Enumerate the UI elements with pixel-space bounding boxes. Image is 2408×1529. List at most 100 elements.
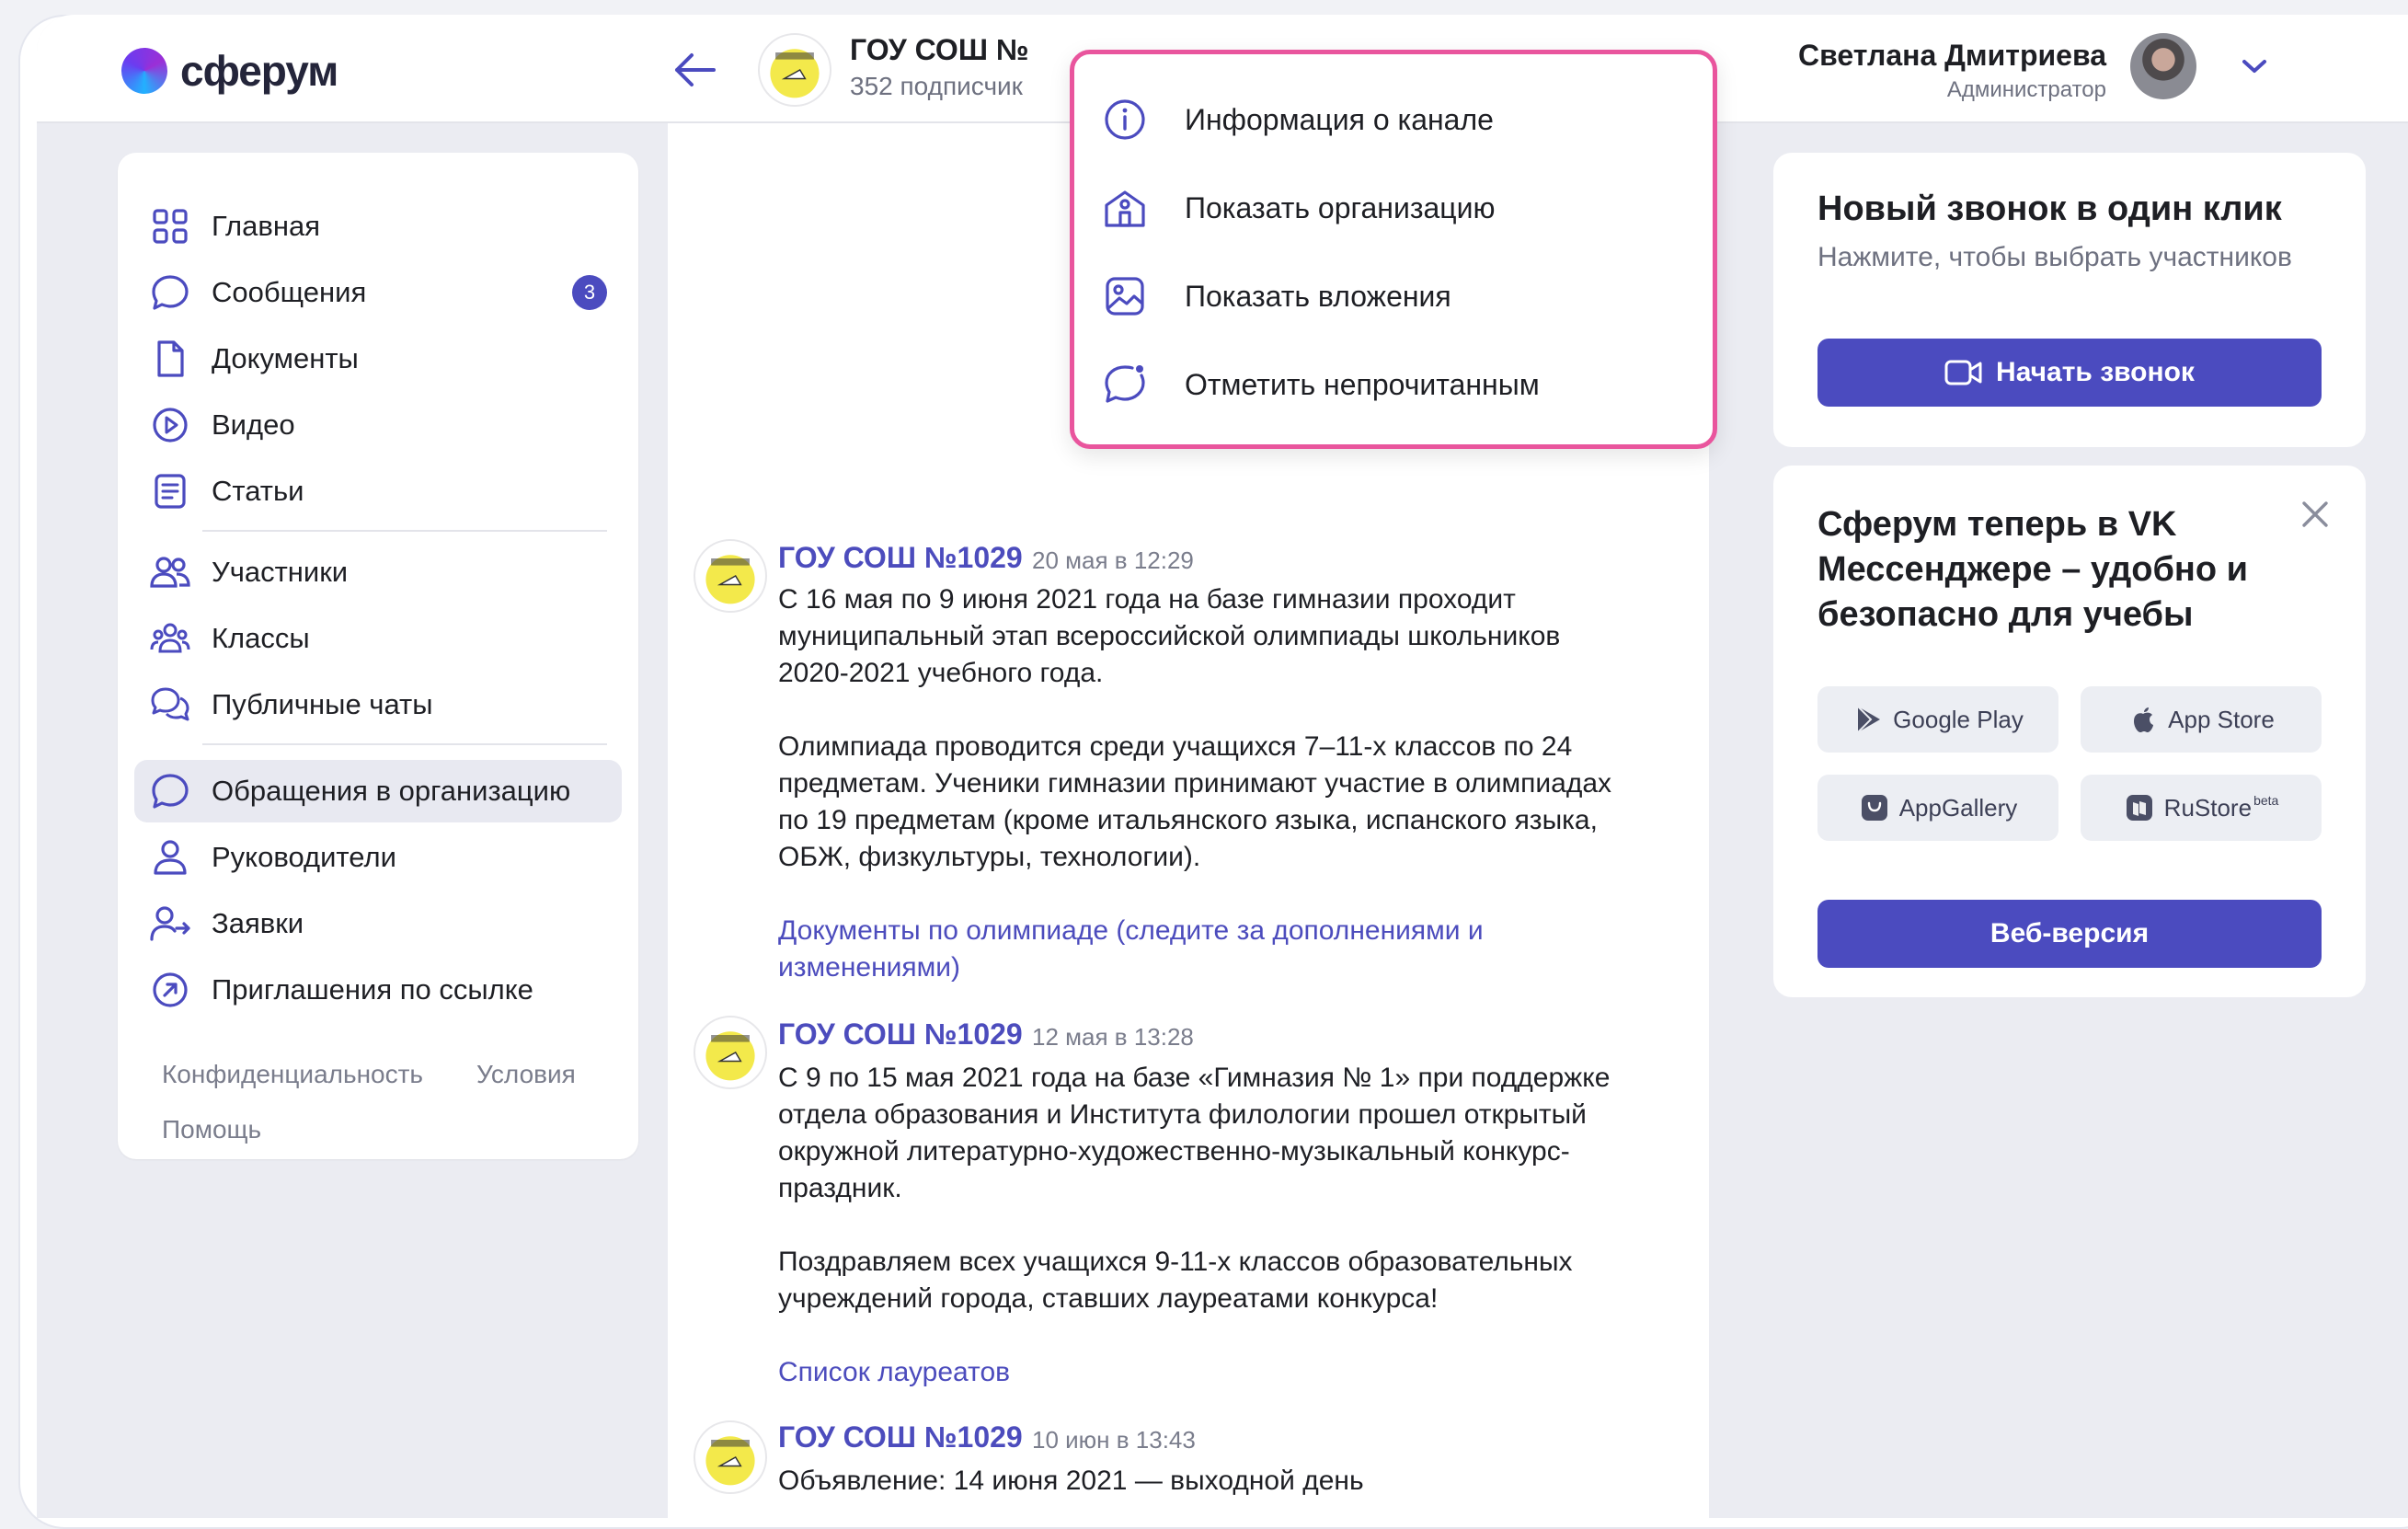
sidebar-item-applications[interactable]: Заявки	[134, 892, 622, 955]
store-label: App Store	[2168, 705, 2275, 733]
post-author[interactable]: ГОУ СОШ №1029	[778, 541, 1023, 575]
school-emblem-icon	[705, 1031, 755, 1081]
play-icon	[153, 408, 188, 443]
sidebar-divider	[202, 743, 607, 745]
post-avatar[interactable]	[694, 1420, 767, 1494]
apple-icon	[2134, 707, 2154, 732]
terms-link[interactable]: Условия	[476, 1060, 576, 1089]
user-role: Администратор	[1946, 77, 2106, 102]
help-link[interactable]: Помощь	[162, 1115, 261, 1144]
post-link[interactable]: Список лауреатов	[778, 1354, 1624, 1391]
unread-count-badge: 3	[572, 275, 607, 310]
logo[interactable]: сферум	[114, 40, 338, 101]
school-emblem-icon	[770, 49, 820, 98]
grid-icon	[153, 209, 188, 244]
sidebar-item-classes[interactable]: Классы	[134, 607, 622, 670]
school-emblem-icon	[705, 1436, 755, 1486]
left-sidebar: Главная Сообщения 3 Документы Видео Стат…	[118, 153, 638, 1159]
appgallery-button[interactable]: AppGallery	[1817, 775, 2058, 841]
post-avatar[interactable]	[694, 539, 767, 613]
document-icon	[157, 340, 184, 377]
sidebar-item-video[interactable]: Видео	[134, 394, 622, 456]
store-label: Google Play	[1893, 705, 2024, 733]
sidebar-item-label: Участники	[212, 556, 349, 588]
sidebar-item-label: Документы	[212, 342, 359, 374]
menu-item-label: Отметить непрочитанным	[1185, 367, 1540, 401]
sidebar-divider	[202, 530, 607, 532]
huawei-icon	[1861, 795, 1887, 821]
article-icon	[155, 474, 186, 509]
post-paragraph: Поздравляем всех учащихся 9-11-х классов…	[778, 1247, 1573, 1314]
rustore-button[interactable]: RuStore beta	[2081, 775, 2322, 841]
sidebar-item-label: Заявки	[212, 907, 304, 939]
sferum-logo-icon	[114, 40, 175, 101]
menu-item-channel-info[interactable]: Информация о канале	[1102, 87, 1691, 152]
sidebar-item-home[interactable]: Главная	[134, 195, 622, 258]
post-avatar[interactable]	[694, 1016, 767, 1089]
start-call-button[interactable]: Начать звонок	[1817, 339, 2322, 407]
sidebar-item-label: Руководители	[212, 841, 396, 873]
post-author[interactable]: ГОУ СОШ №1029	[778, 1017, 1023, 1052]
channel-subscribers: 352 подписчик	[850, 72, 1023, 100]
sidebar-item-articles[interactable]: Статьи	[134, 460, 622, 523]
person-icon	[154, 840, 187, 875]
menu-item-mark-unread[interactable]: Отметить непрочитанным	[1102, 352, 1691, 417]
arrow-up-right-circle-icon	[153, 972, 188, 1007]
sidebar-item-members[interactable]: Участники	[134, 541, 622, 604]
google-play-button[interactable]: Google Play	[1817, 686, 2058, 753]
school-emblem-icon	[705, 555, 755, 604]
menu-item-label: Информация о канале	[1185, 102, 1494, 136]
google-play-icon	[1857, 706, 1881, 733]
new-call-card: Новый звонок в один клик Нажмите, чтобы …	[1773, 153, 2366, 447]
users-icon	[150, 557, 190, 588]
sidebar-item-leaders[interactable]: Руководители	[134, 826, 622, 889]
sidebar-item-label: Сообщения	[212, 276, 367, 308]
channel-options-menu: Информация о канале Показать организацию…	[1070, 50, 1717, 449]
sidebar-item-label: Видео	[212, 408, 295, 441]
sidebar-item-label: Статьи	[212, 475, 304, 507]
user-name: Светлана Дмитриева	[1798, 39, 2106, 72]
app-window: сферум ГОУ СОШ № 352 подписчик Светлана …	[37, 15, 2408, 1518]
sidebar-item-label: Публичные чаты	[212, 688, 433, 720]
vk-messenger-promo-card: Сферум теперь в VK Мессенджере – удобно …	[1773, 466, 2366, 997]
unread-icon	[1105, 365, 1145, 403]
channel-avatar[interactable]	[758, 33, 831, 107]
privacy-link[interactable]: Конфиденциальность	[162, 1060, 423, 1089]
post-paragraph: С 16 мая по 9 июня 2021 года на базе гим…	[778, 584, 1561, 688]
sidebar-item-label: Классы	[212, 622, 310, 654]
start-call-label: Начать звонок	[1996, 357, 2195, 387]
rustore-icon	[2126, 795, 2152, 821]
close-icon[interactable]	[2299, 499, 2331, 530]
new-call-subtitle: Нажмите, чтобы выбрать участников	[1817, 242, 2292, 272]
sidebar-item-label: Приглашения по ссылке	[212, 973, 533, 1006]
store-label: AppGallery	[1898, 793, 2018, 822]
sidebar-item-label: Главная	[212, 210, 320, 242]
info-icon	[1105, 99, 1145, 140]
sidebar-item-documents[interactable]: Документы	[134, 328, 622, 390]
post-time: 12 мая в 13:28	[1032, 1023, 1194, 1051]
app-store-button[interactable]: App Store	[2081, 686, 2322, 753]
menu-item-show-organization[interactable]: Показать организацию	[1102, 176, 1691, 240]
chevron-down-icon[interactable]	[2241, 57, 2268, 75]
user-avatar[interactable]	[2130, 33, 2196, 99]
back-arrow-icon[interactable]	[671, 52, 717, 88]
web-version-label: Веб-версия	[1989, 918, 2150, 948]
message-icon	[152, 275, 189, 310]
video-camera-icon	[1944, 360, 1982, 385]
sidebar-item-messages[interactable]: Сообщения 3	[134, 261, 622, 324]
menu-item-label: Показать вложения	[1185, 279, 1451, 313]
message-icon	[152, 774, 189, 809]
new-call-title: Новый звонок в один клик	[1817, 190, 2282, 228]
sidebar-item-public-chats[interactable]: Публичные чаты	[134, 673, 622, 736]
post-link[interactable]: Документы по олимпиаде (следите за допол…	[778, 913, 1624, 986]
post-author[interactable]: ГОУ СОШ №1029	[778, 1420, 1023, 1454]
sidebar-item-organization-requests[interactable]: Обращения в организацию	[134, 760, 622, 822]
post-paragraph: Объявление: 14 июня 2021 — выходной день	[778, 1466, 1364, 1496]
post-paragraph: Олимпиада проводится среди учащихся 7–11…	[778, 731, 1612, 872]
menu-item-show-attachments[interactable]: Показать вложения	[1102, 264, 1691, 328]
sidebar-item-label: Обращения в организацию	[212, 775, 571, 807]
organization-icon	[1105, 190, 1145, 227]
web-version-button[interactable]: Веб-версия	[1817, 900, 2322, 968]
public-chats-icon	[151, 687, 189, 721]
sidebar-item-invite-links[interactable]: Приглашения по ссылке	[134, 959, 622, 1021]
